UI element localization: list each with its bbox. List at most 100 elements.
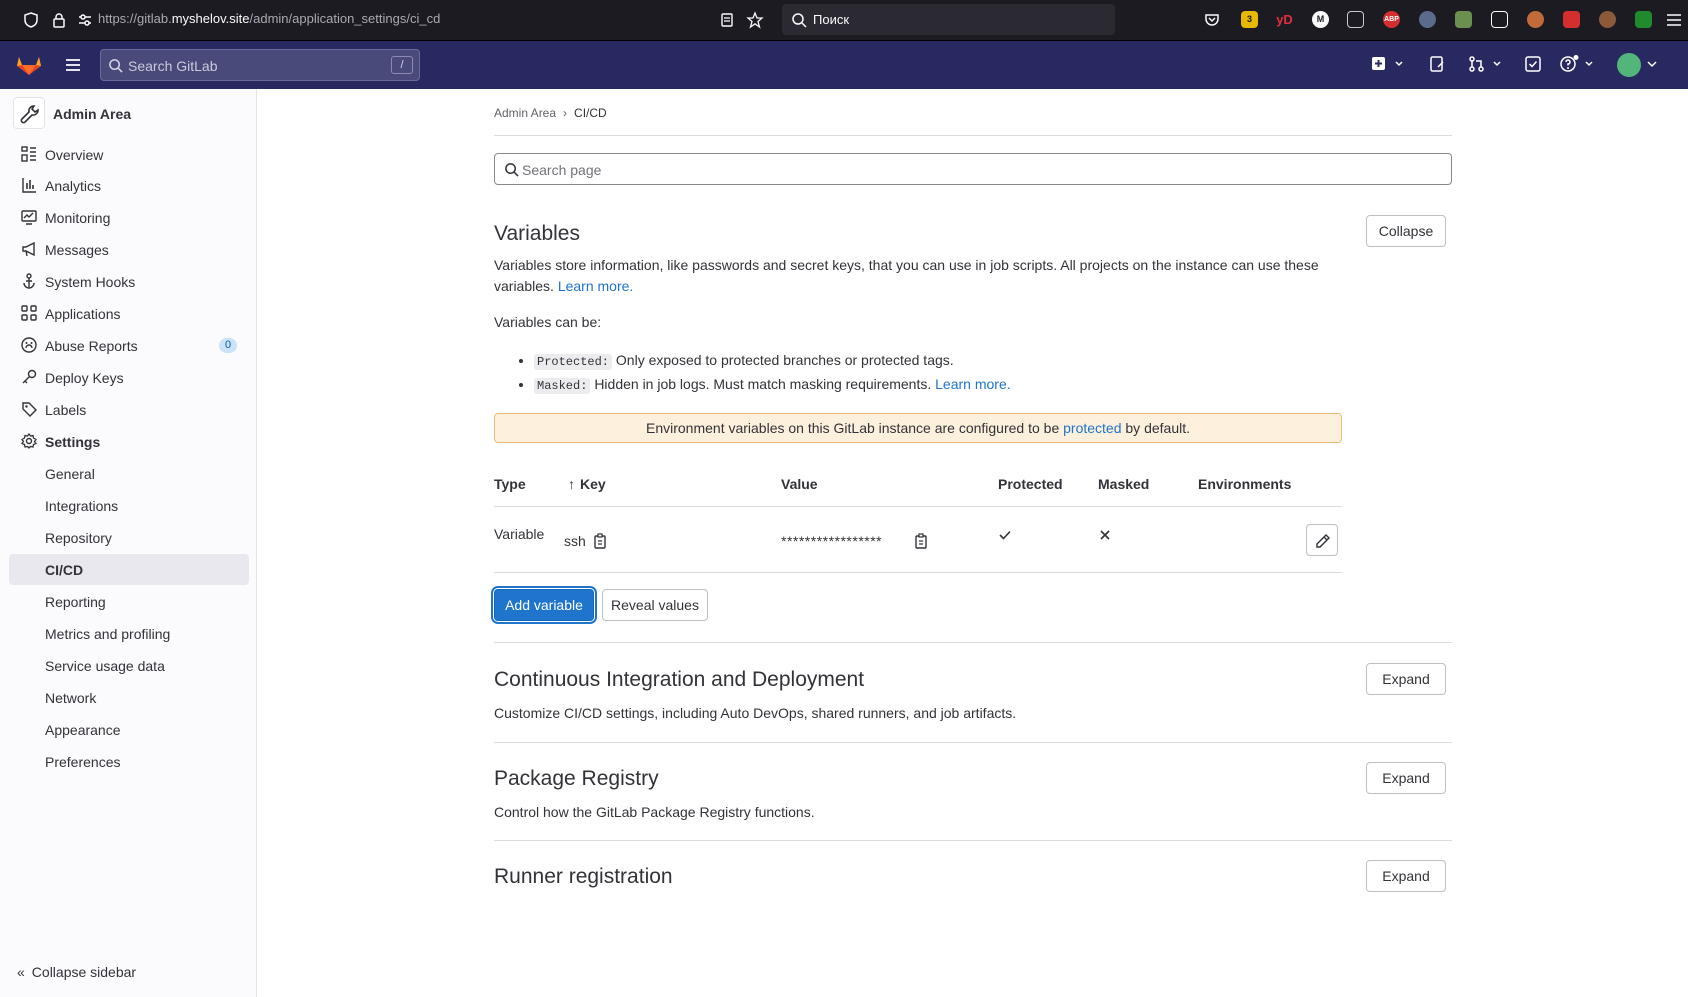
table-header-divider xyxy=(494,506,1342,507)
add-variable-button[interactable]: Add variable xyxy=(494,589,594,621)
browser-search-field[interactable]: Поиск xyxy=(782,4,1115,35)
extension-face-icon[interactable] xyxy=(1527,11,1544,28)
extension-download-icon[interactable] xyxy=(1635,11,1652,28)
sidebar-subitem-reporting[interactable]: Reporting xyxy=(9,586,249,617)
ci-cd-section-description: Customize CI/CD settings, including Auto… xyxy=(494,705,1017,721)
bookmark-star-icon[interactable] xyxy=(746,11,764,29)
extension-red-icon[interactable] xyxy=(1563,11,1580,28)
sidebar-item-label: Deploy Keys xyxy=(45,370,124,386)
sidebar-subitem-metrics[interactable]: Metrics and profiling xyxy=(9,618,249,649)
search-page-input[interactable]: Search page xyxy=(494,153,1452,185)
edit-variable-button[interactable] xyxy=(1306,524,1338,556)
sidebar-item-label: Labels xyxy=(45,402,87,418)
breadcrumb: Admin Area › CI/CD xyxy=(494,106,607,120)
url-field[interactable]: https://gitlab.myshelov.site/admin/appli… xyxy=(98,11,440,26)
masking-learn-more-link[interactable]: Learn more. xyxy=(935,376,1010,392)
sidebar-item-labels[interactable]: Labels xyxy=(9,394,249,425)
variable-types-list: Protected: Only exposed to protected bra… xyxy=(534,349,1011,397)
sidebar-subitem-appearance[interactable]: Appearance xyxy=(9,714,249,745)
sidebar-item-analytics[interactable]: Analytics xyxy=(9,170,249,201)
sidebar-item-label: Monitoring xyxy=(45,210,111,226)
list-item: Protected: Only exposed to protected bra… xyxy=(534,349,1011,373)
extension-translate-icon[interactable] xyxy=(1491,11,1508,28)
chevron-down-icon[interactable] xyxy=(1647,55,1657,73)
expand-runner-registration-button[interactable]: Expand xyxy=(1366,860,1446,892)
extension-pencil-icon[interactable] xyxy=(1455,11,1472,28)
extension-adblock-icon[interactable]: ABP xyxy=(1383,11,1400,28)
search-icon xyxy=(504,162,519,177)
sidebar-subitem-repository[interactable]: Repository xyxy=(9,522,249,553)
collapse-variables-button[interactable]: Collapse xyxy=(1366,215,1446,247)
masked-description: Hidden in job logs. Must match masking r… xyxy=(594,376,932,392)
breadcrumb-current[interactable]: CI/CD xyxy=(574,106,607,120)
extension-m-icon[interactable]: M xyxy=(1312,11,1329,28)
variable-type-cell: Variable xyxy=(494,526,545,542)
abuse-reports-count-badge: 0 xyxy=(219,338,237,353)
sidebar-item-monitoring[interactable]: Monitoring xyxy=(9,202,249,233)
extension-brown-icon[interactable] xyxy=(1599,11,1616,28)
extension-adblock-label: ABP xyxy=(1384,16,1399,23)
overview-icon xyxy=(21,146,37,162)
extension-yd-label: yD xyxy=(1276,12,1293,27)
sidebar-item-settings[interactable]: Settings xyxy=(9,426,249,457)
sidebar-item-abuse-reports[interactable]: Abuse Reports 0 xyxy=(9,330,249,361)
column-header-environments: Environments xyxy=(1198,476,1292,492)
collapse-sidebar-button[interactable]: « Collapse sidebar xyxy=(17,964,136,980)
sidebar-subitem-integrations[interactable]: Integrations xyxy=(9,490,249,521)
section-divider xyxy=(494,742,1452,743)
reveal-values-button[interactable]: Reveal values xyxy=(602,589,708,621)
expand-package-registry-button[interactable]: Expand xyxy=(1366,762,1446,794)
variables-can-be-label: Variables can be: xyxy=(494,314,602,330)
permissions-icon[interactable] xyxy=(76,11,94,29)
chart-icon xyxy=(21,177,37,193)
hamburger-menu-icon[interactable] xyxy=(64,56,82,74)
sidebar-subitem-ci-cd[interactable]: CI/CD xyxy=(9,554,249,585)
ci-cd-section-title: Continuous Integration and Deployment xyxy=(494,668,865,691)
expand-ci-cd-button[interactable]: Expand xyxy=(1366,663,1446,695)
reader-view-icon[interactable] xyxy=(718,11,736,29)
gitlab-search-input[interactable]: Search GitLab / xyxy=(100,49,420,81)
issues-icon[interactable] xyxy=(1428,55,1446,73)
pocket-icon[interactable] xyxy=(1203,11,1221,29)
sidebar-item-messages[interactable]: Messages xyxy=(9,234,249,265)
user-avatar[interactable] xyxy=(1617,53,1641,77)
search-shortcut-hint: / xyxy=(391,56,413,74)
merge-requests-icon[interactable] xyxy=(1468,55,1502,73)
lock-icon[interactable] xyxy=(50,11,68,29)
sidebar-item-label: Applications xyxy=(45,306,121,322)
sidebar-item-system-hooks[interactable]: System Hooks xyxy=(9,266,249,297)
key-icon xyxy=(21,369,37,385)
sidebar-subitem-label: Repository xyxy=(45,530,112,546)
extension-cursor-icon[interactable] xyxy=(1419,11,1436,28)
sidebar-subitem-service-usage[interactable]: Service usage data xyxy=(9,650,249,681)
help-icon[interactable] xyxy=(1559,55,1595,73)
monitor-icon xyxy=(21,209,37,225)
sidebar-subitem-preferences[interactable]: Preferences xyxy=(9,746,249,777)
variable-key-cell: ssh xyxy=(564,533,586,549)
extension-glasses-icon[interactable] xyxy=(1347,11,1364,28)
protected-code: Protected: xyxy=(534,354,613,370)
shield-icon[interactable] xyxy=(22,11,40,29)
sidebar-subitem-general[interactable]: General xyxy=(9,458,249,489)
protected-link[interactable]: protected xyxy=(1063,420,1121,436)
browser-menu-icon[interactable] xyxy=(1665,11,1683,29)
variables-description: Variables store information, like passwo… xyxy=(494,255,1324,297)
sidebar-item-applications[interactable]: Applications xyxy=(9,298,249,329)
extension-yd-icon[interactable]: yD xyxy=(1276,11,1293,28)
copy-key-icon[interactable] xyxy=(594,533,608,549)
search-page-placeholder: Search page xyxy=(522,162,602,178)
create-new-icon[interactable] xyxy=(1371,55,1403,73)
extension-badge-icon[interactable]: 3 xyxy=(1241,11,1258,28)
sidebar-item-deploy-keys[interactable]: Deploy Keys xyxy=(9,362,249,393)
browser-toolbar: https://gitlab.myshelov.site/admin/appli… xyxy=(0,0,1688,41)
sidebar-subitem-network[interactable]: Network xyxy=(9,682,249,713)
breadcrumb-admin-area[interactable]: Admin Area xyxy=(494,106,556,120)
column-header-key[interactable]: ↑ Key xyxy=(568,476,606,492)
copy-value-icon[interactable] xyxy=(915,533,929,549)
learn-more-link[interactable]: Learn more. xyxy=(558,278,633,294)
sidebar-item-overview[interactable]: Overview xyxy=(9,139,249,170)
todo-icon[interactable] xyxy=(1524,55,1542,73)
protected-default-alert: Environment variables on this GitLab ins… xyxy=(494,413,1342,443)
gitlab-logo-icon[interactable] xyxy=(16,52,42,76)
protected-description: Only exposed to protected branches or pr… xyxy=(615,352,954,368)
